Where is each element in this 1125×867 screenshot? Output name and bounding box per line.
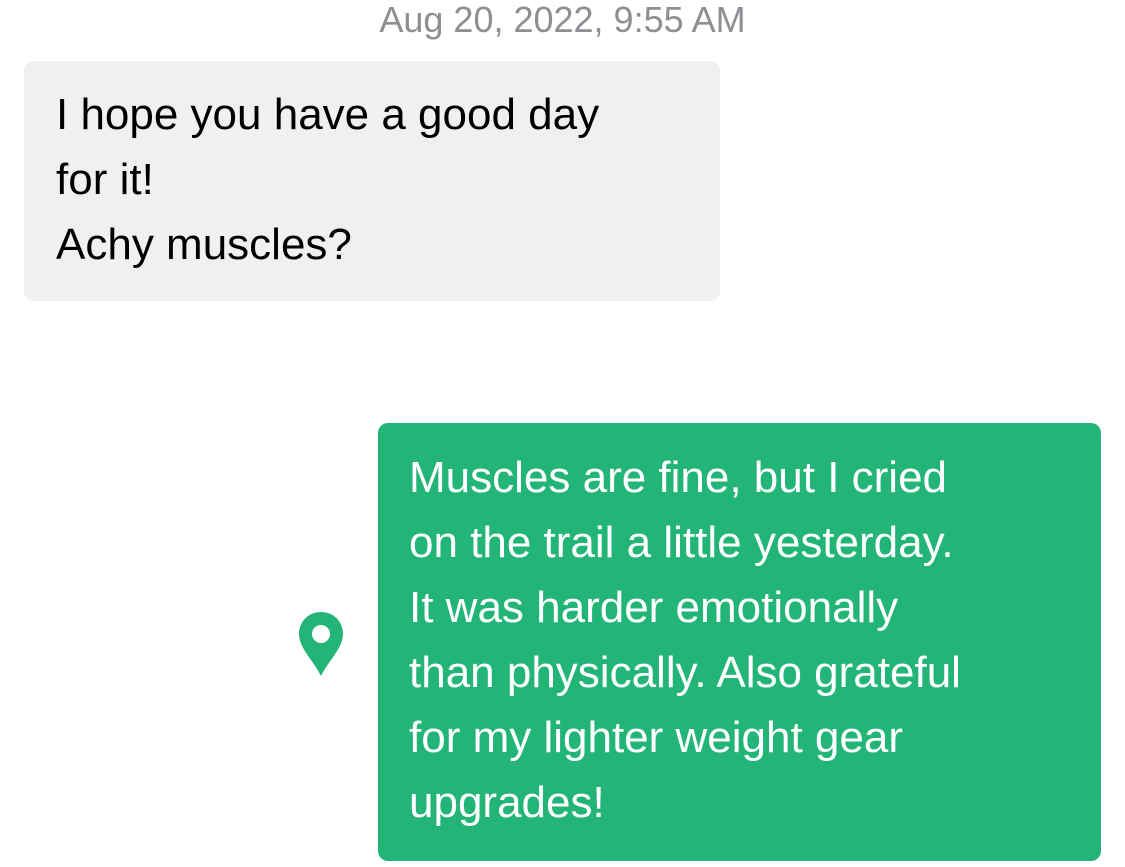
received-message-bubble[interactable]: I hope you have a good day for it! Achy … [24, 61, 720, 301]
location-pin-icon[interactable] [296, 610, 346, 678]
message-timestamp: Aug 20, 2022, 9:55 AM [379, 0, 746, 40]
sent-message-bubble[interactable]: Muscles are fine, but I cried on the tra… [378, 423, 1101, 861]
message-thread: Aug 20, 2022, 9:55 AM I hope you have a … [0, 0, 1125, 867]
